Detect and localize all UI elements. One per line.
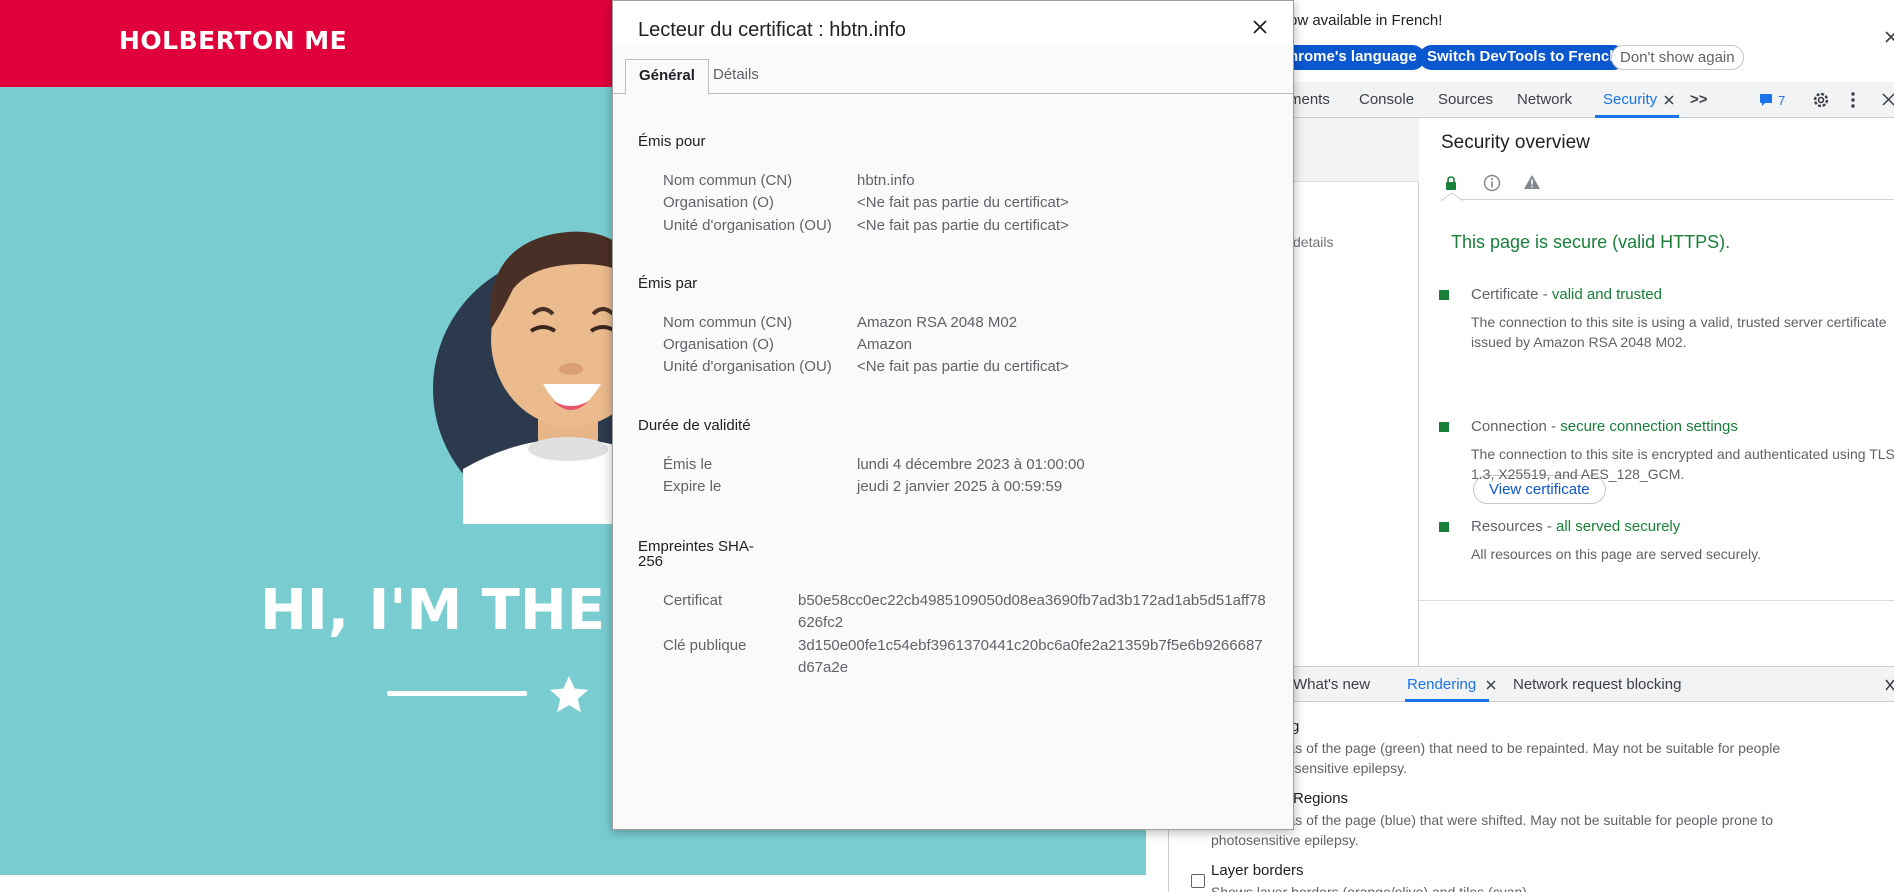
switch-french-button[interactable]: Switch DevTools to French — [1419, 45, 1627, 70]
field-label: Nom commun (CN) — [663, 314, 793, 331]
field-label: Unité d'organisation (OU) — [663, 217, 832, 234]
certificate-fingerprint-label: Certificat — [663, 592, 723, 609]
hero-divider-line — [387, 691, 527, 696]
field-label: Organisation (O) — [663, 336, 774, 353]
certificate-viewer-dialog: Lecteur du certificat : hbtn.info Généra… — [612, 0, 1294, 830]
issues-icon[interactable] — [1759, 93, 1775, 107]
field-value: Amazon — [857, 336, 913, 353]
close-tab-icon[interactable] — [1663, 94, 1675, 106]
field-value: <Ne fait pas partie du certificat> — [857, 194, 1069, 211]
drawer-tab-network-request-blocking[interactable]: Network request blocking — [1513, 676, 1681, 693]
certificate-status: valid and trusted — [1551, 286, 1662, 303]
tab-security[interactable]: Security — [1603, 91, 1657, 108]
separator: - — [1546, 418, 1561, 435]
tab-general[interactable]: Général — [625, 59, 709, 95]
tab-network[interactable]: Network — [1517, 91, 1572, 108]
paint-flashing-desc-2: otosensitive epilepsy. — [1275, 760, 1408, 776]
separator: - — [1538, 286, 1552, 303]
tab-console[interactable]: Console — [1359, 91, 1414, 108]
field-label: Expire le — [663, 478, 722, 495]
connection-label: Connection — [1471, 418, 1547, 435]
info-icon — [1483, 174, 1501, 192]
status-square-icon — [1439, 422, 1449, 432]
security-sidebar-details[interactable]: details — [1293, 234, 1333, 250]
connection-heading: Connection - secure connection settings — [1471, 418, 1738, 435]
field-label: Nom commun (CN) — [663, 172, 793, 189]
set-language-button[interactable]: hrome's language — [1281, 45, 1425, 70]
drawer-tab-rendering[interactable]: Rendering — [1407, 676, 1476, 693]
issued-to-heading: Émis pour — [638, 133, 706, 150]
field-value: <Ne fait pas partie du certificat> — [857, 358, 1069, 375]
selected-icon-pointer — [1441, 192, 1463, 202]
security-overview-title: Security overview — [1441, 132, 1590, 153]
more-options-icon[interactable] — [1850, 91, 1856, 109]
certificate-fingerprint-value: b50e58cc0ec22cb4985109050d08ea3690fb7ad3… — [798, 592, 1266, 631]
tab-sources[interactable]: Sources — [1438, 91, 1493, 108]
resources-status: all served securely — [1556, 518, 1681, 535]
close-icon[interactable] — [1250, 17, 1270, 37]
layout-shift-title: Regions — [1293, 790, 1349, 807]
security-state-icons — [1441, 170, 1894, 202]
tab-details[interactable]: Détails — [700, 59, 772, 94]
resources-heading: Resources - all served securely — [1471, 518, 1680, 535]
fingerprints-heading-line1: Empreintes SHA- — [638, 538, 754, 555]
dialog-title: Lecteur du certificat : hbtn.info — [638, 19, 906, 41]
status-square-icon — [1439, 290, 1449, 300]
issued-by-heading: Émis par — [638, 275, 698, 292]
security-overview-pane: Security overview This page is secure (v… — [1419, 118, 1894, 666]
layout-shift-desc-2: photosensitive epilepsy. — [1211, 832, 1359, 848]
close-devtools-icon[interactable] — [1882, 93, 1894, 106]
field-value: Amazon RSA 2048 M02 — [857, 314, 1018, 331]
field-value: hbtn.info — [857, 172, 915, 189]
gear-icon[interactable] — [1812, 91, 1830, 109]
dialog-tabs: Général Détails — [613, 59, 1293, 95]
field-value: <Ne fait pas partie du certificat> — [857, 217, 1069, 234]
status-square-icon — [1439, 522, 1449, 532]
close-tab-icon[interactable] — [1485, 679, 1497, 691]
field-label: Organisation (O) — [663, 194, 774, 211]
layer-borders-desc: Shows layer borders (orange/olive) and t… — [1211, 884, 1531, 892]
more-tabs-icon[interactable]: >> — [1690, 91, 1708, 108]
close-drawer-icon[interactable] — [1885, 679, 1894, 691]
fingerprints-heading: Empreintes SHA- 256 — [638, 539, 754, 569]
tab-elements[interactable]: ments — [1289, 91, 1330, 108]
field-value: lundi 4 décembre 2023 à 01:00:00 — [857, 456, 1085, 473]
paint-flashing-desc-1: reas of the page (green) that need to be… — [1275, 740, 1781, 756]
certificate-description: The connection to this site is using a v… — [1471, 314, 1887, 350]
public-key-fingerprint-label: Clé publique — [663, 637, 747, 654]
security-summary: This page is secure (valid HTTPS). — [1451, 232, 1731, 252]
close-icon[interactable] — [1884, 30, 1894, 44]
dont-show-again-button[interactable]: Don't show again — [1611, 45, 1744, 70]
connection-description: The connection to this site is encrypted… — [1471, 446, 1894, 482]
layer-borders-checkbox[interactable] — [1191, 874, 1205, 888]
public-key-fingerprint-value: 3d150e00fe1c54ebf3961370441c20bc6a0fe2a2… — [798, 637, 1263, 676]
section-divider — [1419, 600, 1894, 601]
star-icon — [549, 675, 589, 713]
site-brand[interactable]: HOLBERTON ME — [119, 26, 347, 55]
resources-description: All resources on this page are served se… — [1471, 546, 1761, 562]
infobar-message: ow available in French! — [1289, 12, 1443, 29]
field-label: Émis le — [663, 456, 713, 473]
validity-heading: Durée de validité — [638, 417, 751, 434]
issues-count[interactable]: 7 — [1778, 93, 1785, 108]
hero-title: HI, I'M THE C — [260, 578, 666, 643]
field-label: Unité d'organisation (OU) — [663, 358, 832, 375]
dialog-titlebar: Lecteur du certificat : hbtn.info — [613, 1, 1293, 45]
field-value: jeudi 2 janvier 2025 à 00:59:59 — [857, 478, 1063, 495]
lock-icon — [1446, 176, 1456, 190]
certificate-heading: Certificate - valid and trusted — [1471, 286, 1662, 303]
layout-shift-desc-1: reas of the page (blue) that were shifte… — [1275, 812, 1774, 828]
separator: - — [1542, 518, 1557, 535]
drawer-tab-whats-new[interactable]: What's new — [1293, 676, 1370, 693]
connection-status: secure connection settings — [1560, 418, 1738, 435]
certificate-label: Certificate — [1471, 286, 1539, 303]
layer-borders-title: Layer borders — [1211, 862, 1304, 879]
fingerprints-heading-line2: 256 — [638, 553, 664, 570]
resources-label: Resources — [1471, 518, 1543, 535]
warning-icon — [1524, 175, 1540, 189]
